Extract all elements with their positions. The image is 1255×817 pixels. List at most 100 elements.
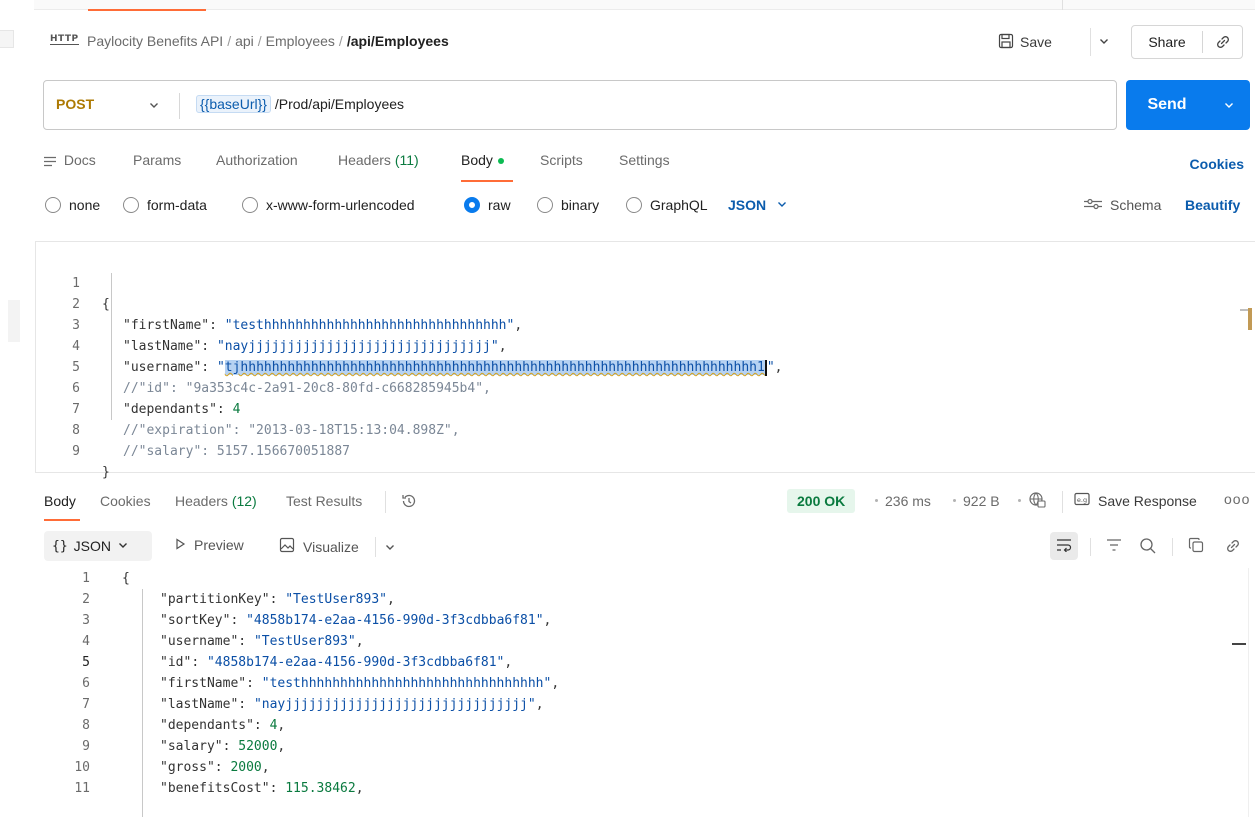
docs-icon [43,152,64,168]
code-text: "firstName": "testhhhhhhhhhhhhhhhhhhhhhh… [160,676,560,691]
network-icon[interactable] [1028,491,1046,512]
response-tab-body[interactable]: Body [44,493,76,509]
body-type-options: none form-data x-www-form-urlencoded raw… [45,197,1255,219]
radio-button[interactable] [45,197,61,213]
response-time[interactable]: 236 ms [885,493,931,509]
preview-button[interactable]: Preview [174,537,244,553]
line-number: 3 [82,613,90,628]
chevron-down-icon[interactable] [148,98,160,114]
search-icon[interactable] [1139,537,1157,558]
save-options-button[interactable] [1090,28,1116,56]
url-variable[interactable]: {{baseUrl}} [196,95,271,113]
method-select[interactable]: POST [56,96,94,112]
tab-params[interactable]: Params [133,152,181,168]
response-size[interactable]: 922 B [963,493,1000,509]
breadcrumb-collection[interactable]: Paylocity Benefits API [87,33,223,49]
url-input[interactable]: {{baseUrl}} /Prod/api/Employees [196,95,405,113]
toolbar-separator [1090,538,1091,556]
sidebar-scroll-stub [8,300,20,342]
chevron-down-icon [1098,34,1110,50]
copy-icon[interactable] [1188,537,1204,556]
code-line: 5 //"id": "9a353c4c-2a91-20c8-80fd-c6682… [36,336,491,396]
response-tab-separator [385,491,386,513]
response-scrollbar-track[interactable] [1248,568,1249,817]
history-icon[interactable] [400,492,418,513]
filter-icon[interactable] [1106,537,1122,556]
share-button[interactable]: Share [1131,25,1243,59]
code-text: "salary": 52000, [160,739,286,754]
radio-urlencoded[interactable]: x-www-form-urlencoded [242,197,415,213]
radio-button[interactable] [537,197,553,213]
body-format-label: JSON [728,197,767,213]
chevron-down-icon[interactable] [1208,99,1250,111]
url-path: /Prod/api/Employees [274,96,405,112]
response-body-viewer[interactable]: 1 {2 "partitionKey": "TestUser893", 3 "sortK… [34,568,1255,817]
tab-body-label: Body [461,152,493,168]
save-response-button[interactable]: e.g Save Response [1074,492,1197,509]
chevron-down-icon[interactable] [384,540,396,556]
image-icon [279,537,295,556]
request-body-editor[interactable]: 1 { 2 "firstName": "testhhhhhhhhhhhhhhhh… [35,241,1255,480]
copy-link-icon[interactable] [1203,33,1242,51]
more-options-icon[interactable]: ooo [1224,491,1250,507]
selected-text: tjhhhhhhhhhhhhhhhhhhhhhhhhhhhhhhhhhhhhhh… [224,360,765,375]
save-button[interactable]: Save [998,28,1052,56]
code-line: 6 "dependants": 4 [36,357,240,417]
breadcrumb-folder-employees[interactable]: Employees [266,33,335,49]
radio-button[interactable] [123,197,139,213]
code-text: "benefitsCost": 115.38462, [160,781,364,796]
radio-none[interactable]: none [45,197,100,213]
share-label: Share [1148,34,1186,50]
code-text: "id": "4858b174-e2aa-4156-990d-3f3cdbba6… [160,655,513,670]
editor-scrollbar[interactable] [1248,308,1252,330]
sidebar-stub [0,30,14,48]
tab-docs-label: Docs [63,152,96,168]
url-bar: POST {{baseUrl}} /Prod/api/Employees [43,80,1117,130]
request-name[interactable]: /api/Employees [347,33,449,49]
line-number: 2 [82,592,90,607]
request-header: HTTP Paylocity Benefits API / api / Employee… [34,22,1255,62]
radio-button[interactable] [242,197,258,213]
tab-authorization[interactable]: Authorization [216,152,298,168]
code-text: "lastName": "nayjjjjjjjjjjjjjjjjjjjjjjjj… [160,697,544,712]
visualize-button[interactable]: Visualize [279,537,359,556]
radio-form-data[interactable]: form-data [123,197,207,213]
tab-headers[interactable]: Headers (11) [338,152,419,168]
response-tab-test-results[interactable]: Test Results [286,493,362,509]
svg-text:e.g: e.g [1077,496,1087,504]
tab-docs[interactable]: Docs [43,152,96,168]
response-tab-headers[interactable]: Headers (12) [175,493,257,509]
code-comment: //"id": "9a353c4c-2a91-20c8-80fd-c668285… [123,381,491,396]
send-button[interactable]: Send [1126,80,1250,130]
radio-button[interactable] [626,197,642,213]
radio-graphql[interactable]: GraphQL [626,197,708,213]
code-text: "gross": 2000, [160,760,270,775]
code-line: 8 //"salary": 5157.156670051887 [36,399,350,459]
body-format-select[interactable]: JSON [728,197,788,213]
response-format-select[interactable]: {} JSON [44,531,152,561]
response-tab-cookies[interactable]: Cookies [100,493,151,509]
chevron-down-icon [117,538,129,554]
radio-button-selected[interactable] [464,197,480,213]
tab-scripts[interactable]: Scripts [540,152,583,168]
radio-raw[interactable]: raw [464,197,511,213]
tab-body[interactable]: Body [461,152,504,168]
word-wrap-button[interactable] [1050,532,1078,560]
tab-settings[interactable]: Settings [619,152,670,168]
schema-button[interactable]: Schema [1083,197,1161,213]
send-label: Send [1147,96,1187,113]
beautify-button[interactable]: Beautify [1185,197,1240,213]
link-icon[interactable] [1224,537,1242,558]
radio-binary[interactable]: binary [537,197,599,213]
code-line: 2 "firstName": "testhhhhhhhhhhhhhhhhhhhh… [36,273,522,333]
active-response-tab-underline [44,519,80,521]
indent-guide [142,589,143,817]
meta-separator [1018,499,1021,502]
breadcrumb-separator: / [257,33,262,49]
breadcrumb-folder-api[interactable]: api [235,33,254,49]
code-text: "firstName": "testhhhhhhhhhhhhhhhhhhhhhh… [123,318,523,333]
cookies-link[interactable]: Cookies [1190,156,1244,172]
response-tab-headers-label: Headers [175,493,228,509]
status-badge[interactable]: 200 OK [787,489,856,513]
save-icon [998,33,1014,52]
